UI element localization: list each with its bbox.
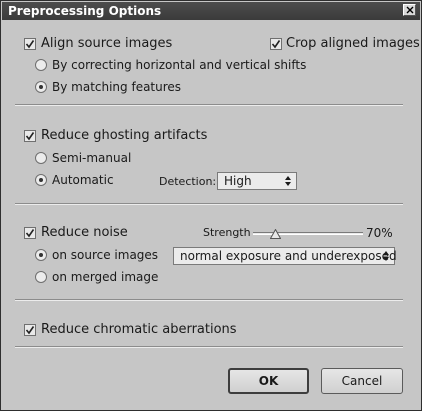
align-source-label: Align source images <box>41 36 173 51</box>
close-icon <box>406 6 414 14</box>
ok-button[interactable]: OK <box>228 368 309 394</box>
dropdown-arrows-icon <box>383 251 389 261</box>
separator <box>15 203 403 205</box>
radio-automatic[interactable] <box>35 174 47 186</box>
radio-on-merged-image-label: on merged image <box>52 270 159 284</box>
radio-on-merged-image[interactable] <box>35 271 47 283</box>
separator <box>15 299 403 301</box>
align-source-checkbox[interactable] <box>24 38 36 50</box>
strength-value: 70% <box>366 226 393 240</box>
strength-label: Strength <box>203 226 251 239</box>
separator <box>15 104 403 106</box>
detection-value: High <box>224 174 252 188</box>
slider-thumb-icon[interactable] <box>270 229 281 239</box>
radio-semi-manual-label: Semi-manual <box>52 151 132 165</box>
check-icon <box>25 132 35 141</box>
detection-select[interactable]: High <box>217 172 297 190</box>
crop-aligned-label: Crop aligned images <box>286 36 420 51</box>
exposure-select[interactable]: normal exposure and underexposed <box>173 247 397 265</box>
dialog-title: Preprocessing Options <box>8 4 162 18</box>
check-icon <box>25 229 35 238</box>
reduce-chromatic-checkbox[interactable] <box>24 324 36 336</box>
dropdown-arrows-icon <box>285 176 291 186</box>
radio-automatic-label: Automatic <box>52 173 114 187</box>
radio-correct-shifts[interactable] <box>35 59 47 71</box>
radio-on-source-images[interactable] <box>35 249 47 261</box>
check-icon <box>25 326 35 335</box>
radio-matching-features-label: By matching features <box>52 80 182 94</box>
crop-aligned-checkbox[interactable] <box>270 38 282 50</box>
reduce-noise-label: Reduce noise <box>41 225 128 240</box>
radio-on-source-images-label: on source images <box>52 248 159 262</box>
radio-correct-shifts-label: By correcting horizontal and vertical sh… <box>52 58 307 72</box>
check-icon <box>271 40 281 49</box>
separator <box>15 346 403 348</box>
detection-label: Detection: <box>159 175 217 188</box>
title-bar[interactable]: Preprocessing Options <box>2 2 420 20</box>
close-button[interactable] <box>403 4 416 16</box>
check-icon <box>25 40 35 49</box>
preprocessing-dialog: Preprocessing Options Align source image… <box>0 0 422 411</box>
reduce-ghosting-label: Reduce ghosting artifacts <box>41 128 208 143</box>
radio-matching-features[interactable] <box>35 81 47 93</box>
strength-slider[interactable] <box>253 229 363 243</box>
radio-semi-manual[interactable] <box>35 152 47 164</box>
reduce-ghosting-checkbox[interactable] <box>24 130 36 142</box>
cancel-button[interactable]: Cancel <box>321 368 403 394</box>
reduce-noise-checkbox[interactable] <box>24 227 36 239</box>
reduce-chromatic-label: Reduce chromatic aberrations <box>41 322 237 337</box>
exposure-value: normal exposure and underexposed <box>180 249 397 263</box>
